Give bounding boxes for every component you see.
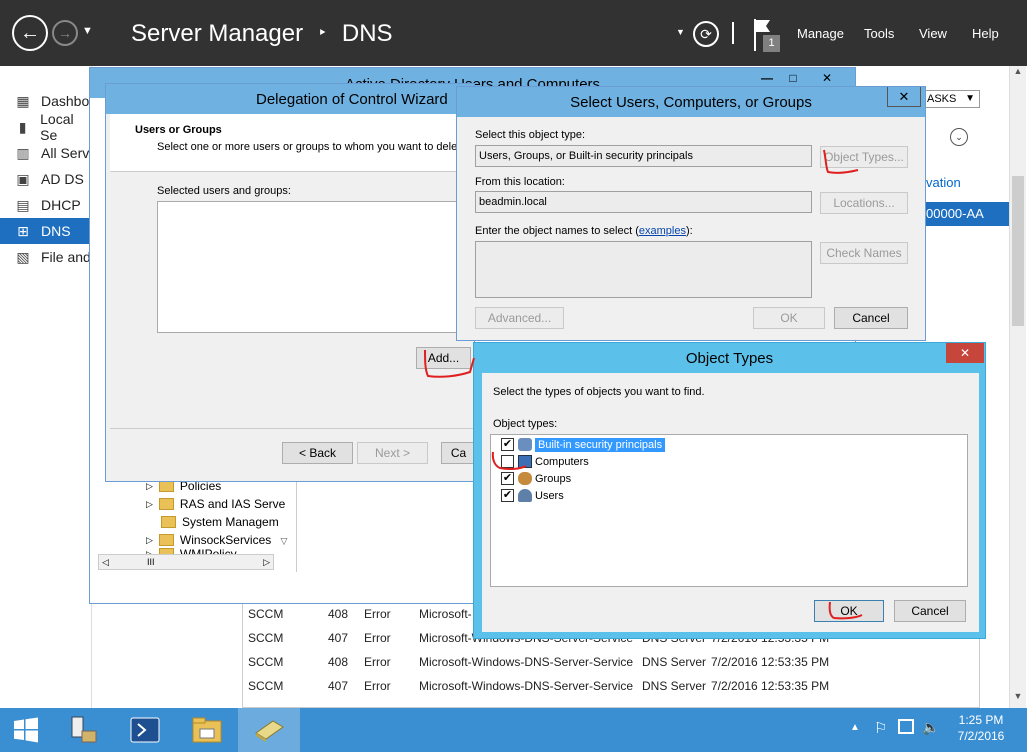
taskbar: ▲ ⚐ 🔈 1:25 PM 7/2/2016 <box>0 708 1027 752</box>
taskbar-aduc[interactable] <box>238 708 300 752</box>
aduc-icon <box>255 720 284 742</box>
folder-icon <box>192 717 222 743</box>
red-annotations <box>424 149 863 620</box>
annotation-mark <box>491 451 527 471</box>
volume-muted-icon[interactable]: 🔈 <box>922 719 939 736</box>
network-icon[interactable] <box>898 719 914 734</box>
annotation-mark <box>823 149 859 174</box>
taskbar-server-manager[interactable] <box>52 708 114 752</box>
clock[interactable]: 1:25 PM 7/2/2016 <box>950 712 1012 744</box>
annotation-mark <box>424 349 475 378</box>
server-manager-icon <box>71 716 97 743</box>
action-center-flag-icon[interactable]: ⚐ <box>874 719 887 737</box>
clock-date: 7/2/2016 <box>957 729 1005 743</box>
taskbar-powershell[interactable] <box>114 708 176 752</box>
clock-time: 1:25 PM <box>958 713 1004 727</box>
start-button[interactable] <box>0 708 52 752</box>
annotation-mark <box>828 601 863 620</box>
powershell-icon <box>130 717 160 743</box>
show-hidden-icons-icon[interactable]: ▲ <box>850 722 860 733</box>
taskbar-file-explorer[interactable] <box>176 708 238 752</box>
windows-logo-icon <box>14 717 38 743</box>
